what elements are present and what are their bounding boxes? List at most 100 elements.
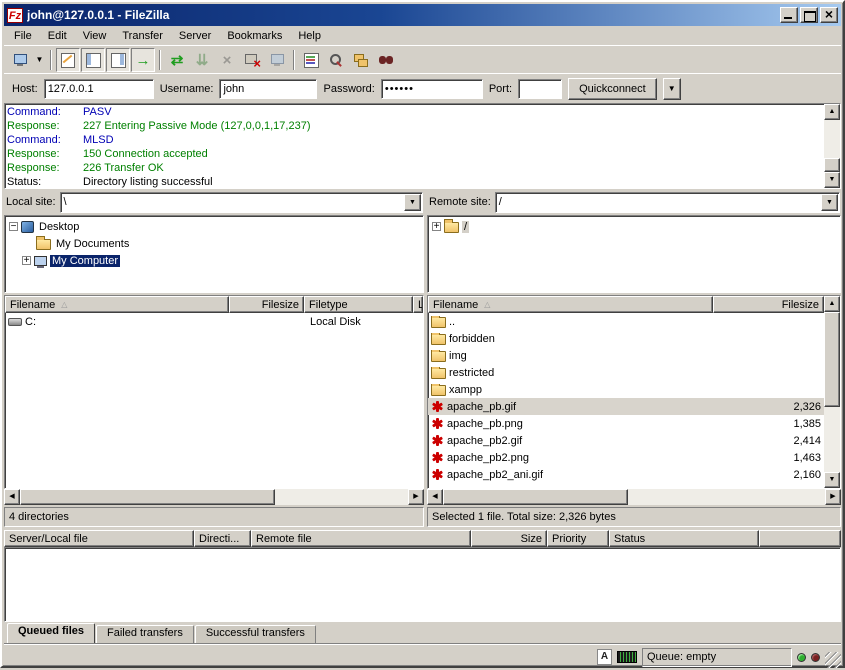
menu-view[interactable]: View xyxy=(75,28,115,44)
menu-file[interactable]: File xyxy=(6,28,40,44)
toolbar: ▼ xyxy=(4,45,841,73)
scroll-thumb[interactable] xyxy=(443,489,628,505)
remote-file-row[interactable]: .. xyxy=(428,313,824,330)
scroll-thumb[interactable] xyxy=(20,489,275,505)
remote-file-row[interactable]: restricted xyxy=(428,364,824,381)
scroll-down-icon[interactable] xyxy=(824,172,840,188)
tree-item-root[interactable]: / xyxy=(428,218,840,235)
scroll-right-icon[interactable] xyxy=(408,489,424,505)
scroll-right-icon[interactable] xyxy=(825,489,841,505)
scroll-up-icon[interactable] xyxy=(824,104,840,120)
column-header-server-local-file[interactable]: Server/Local file xyxy=(4,530,194,547)
activity-led-green-icon xyxy=(797,653,806,662)
log-line: Command:MLSD xyxy=(7,133,822,147)
username-input[interactable] xyxy=(219,79,317,99)
local-site-combo[interactable]: \ xyxy=(60,192,423,213)
disconnect-button[interactable] xyxy=(240,48,264,72)
column-header-filename[interactable]: Filename△ xyxy=(5,296,229,313)
expand-icon[interactable] xyxy=(432,222,441,231)
column-header-size[interactable]: Size xyxy=(471,530,547,547)
queue-header: Server/Local file Directi... Remote file… xyxy=(4,530,841,547)
column-header-filesize[interactable]: Filesize xyxy=(229,296,304,313)
local-file-row[interactable]: C: Local Disk xyxy=(5,313,423,330)
site-manager-button[interactable] xyxy=(8,48,32,72)
remote-file-row[interactable]: apache_pb.png1,385 xyxy=(428,415,824,432)
local-horizontal-scrollbar[interactable] xyxy=(4,489,424,505)
resize-grip[interactable] xyxy=(825,652,841,668)
column-header-filesize[interactable]: Filesize xyxy=(713,296,824,313)
remote-pane: Remote site: / / Filename△ Filesize xyxy=(427,191,841,527)
toggle-remote-tree-button[interactable] xyxy=(106,48,130,72)
synchronized-browsing-button[interactable] xyxy=(349,48,373,72)
column-header-filename[interactable]: Filename△ xyxy=(428,296,713,313)
host-input[interactable] xyxy=(44,79,154,99)
image-file-icon xyxy=(431,400,444,413)
remote-site-combo[interactable]: / xyxy=(495,192,840,213)
scroll-thumb[interactable] xyxy=(824,158,840,172)
remote-vertical-scrollbar[interactable] xyxy=(824,296,840,488)
password-input[interactable] xyxy=(381,79,483,99)
quickconnect-button[interactable]: Quickconnect xyxy=(568,78,657,100)
filename-filters-button[interactable] xyxy=(324,48,348,72)
scroll-down-icon[interactable] xyxy=(824,472,840,488)
column-header-filetype[interactable]: Filetype xyxy=(304,296,413,313)
column-header-status[interactable]: Status xyxy=(609,530,759,547)
column-header-last-modified[interactable]: L xyxy=(413,296,423,313)
log-vertical-scrollbar[interactable] xyxy=(824,104,840,188)
process-queue-button[interactable] xyxy=(190,48,214,72)
remote-file-row[interactable]: forbidden xyxy=(428,330,824,347)
scroll-up-icon[interactable] xyxy=(824,296,840,312)
tree-item-my-documents[interactable]: My Documents xyxy=(5,235,423,252)
column-header-direction[interactable]: Directi... xyxy=(194,530,251,547)
folder-icon xyxy=(36,239,51,250)
remote-file-row[interactable]: apache_pb2.gif2,414 xyxy=(428,432,824,449)
remote-horizontal-scrollbar[interactable] xyxy=(427,489,841,505)
port-input[interactable] xyxy=(518,79,562,99)
menu-edit[interactable]: Edit xyxy=(40,28,75,44)
column-header-remote-file[interactable]: Remote file xyxy=(251,530,471,547)
menu-bookmarks[interactable]: Bookmarks xyxy=(219,28,290,44)
remote-file-row-selected[interactable]: apache_pb.gif2,326 xyxy=(428,398,824,415)
chevron-down-icon[interactable] xyxy=(404,194,421,211)
minimize-button[interactable] xyxy=(780,7,798,23)
cancel-operation-button[interactable] xyxy=(215,48,239,72)
chevron-down-icon[interactable] xyxy=(821,194,838,211)
tab-failed-transfers[interactable]: Failed transfers xyxy=(96,625,194,643)
tab-successful-transfers[interactable]: Successful transfers xyxy=(195,625,316,643)
site-manager-dropdown[interactable]: ▼ xyxy=(33,49,46,71)
refresh-button[interactable] xyxy=(165,48,189,72)
tree-item-desktop[interactable]: Desktop xyxy=(5,218,423,235)
scroll-left-icon[interactable] xyxy=(427,489,443,505)
menu-transfer[interactable]: Transfer xyxy=(114,28,171,44)
expand-icon[interactable] xyxy=(22,256,31,265)
column-header-priority[interactable]: Priority xyxy=(547,530,609,547)
directory-comparison-button[interactable] xyxy=(299,48,323,72)
close-button[interactable] xyxy=(820,7,838,23)
remote-file-row[interactable]: img xyxy=(428,347,824,364)
scroll-left-icon[interactable] xyxy=(4,489,20,505)
collapse-icon[interactable] xyxy=(9,222,18,231)
quickconnect-bar: Host: Username: Password: Port: Quickcon… xyxy=(4,73,841,103)
column-header-empty xyxy=(759,530,841,547)
tree-item-my-computer[interactable]: My Computer xyxy=(5,252,423,269)
tab-queued-files[interactable]: Queued files xyxy=(7,623,95,643)
remote-file-row[interactable]: apache_pb2.png1,463 xyxy=(428,449,824,466)
local-status-text: 4 directories xyxy=(4,507,424,527)
activity-led-red-icon xyxy=(811,653,820,662)
remote-file-row[interactable]: xampp xyxy=(428,381,824,398)
find-files-button[interactable] xyxy=(374,48,398,72)
menu-help[interactable]: Help xyxy=(290,28,329,44)
remote-file-list: Filename△ Filesize .. forbidden img rest… xyxy=(427,295,841,489)
toggle-local-tree-button[interactable] xyxy=(81,48,105,72)
maximize-button[interactable] xyxy=(800,7,818,23)
scroll-thumb[interactable] xyxy=(824,312,840,407)
local-site-row: Local site: \ xyxy=(4,191,424,215)
remote-site-label: Remote site: xyxy=(429,196,491,208)
reconnect-button[interactable] xyxy=(265,48,289,72)
folder-icon xyxy=(431,334,446,345)
toggle-message-log-button[interactable] xyxy=(56,48,80,72)
remote-file-row[interactable]: apache_pb2_ani.gif2,160 xyxy=(428,466,824,483)
toggle-transfer-queue-button[interactable] xyxy=(131,48,155,72)
menu-server[interactable]: Server xyxy=(171,28,219,44)
quickconnect-dropdown[interactable]: ▼ xyxy=(663,78,681,100)
